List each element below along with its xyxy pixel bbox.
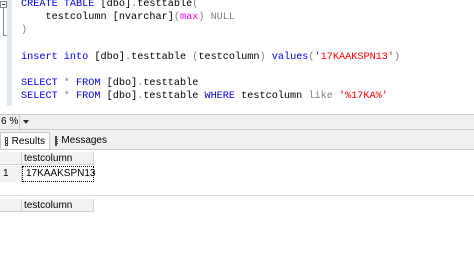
code-token: testtable xyxy=(137,0,193,10)
code-line[interactable]: ) xyxy=(21,24,400,37)
code-token: testtable xyxy=(131,51,193,63)
code-line[interactable] xyxy=(21,64,400,77)
code-token: [nvarchar] xyxy=(112,12,174,24)
code-line[interactable]: SELECT * FROM [dbo].testtable xyxy=(21,77,400,90)
code-token: '%17KA%' xyxy=(338,91,388,103)
tab-results[interactable]: Results xyxy=(0,132,50,149)
grid-corner[interactable] xyxy=(0,152,22,165)
results-tabs: Results Messages xyxy=(0,130,474,150)
code-token: like xyxy=(308,91,339,103)
code-token: FROM xyxy=(76,91,107,103)
code-token: WHERE xyxy=(204,91,242,103)
code-token: * xyxy=(63,78,77,90)
code-line[interactable]: SELECT * FROM [dbo].testtable WHERE test… xyxy=(21,90,400,103)
sql-code[interactable]: CREATE TABLE [dbo].testtable( testcolumn… xyxy=(21,0,400,104)
code-token: [dbo] xyxy=(94,51,125,63)
row-number[interactable]: 1 xyxy=(0,166,22,182)
collapse-toggle-icon[interactable] xyxy=(0,1,7,8)
fold-line xyxy=(3,8,4,36)
code-token: testcolumn xyxy=(21,12,113,24)
code-token: testcolumn xyxy=(198,51,260,63)
query-editor[interactable]: CREATE TABLE [dbo].testtable( testcolumn… xyxy=(0,0,474,114)
tab-results-label: Results xyxy=(11,135,45,147)
column-header[interactable]: testcolumn xyxy=(22,199,94,212)
editor-gutter xyxy=(7,0,12,106)
code-token: ) xyxy=(21,25,28,37)
code-token: testtable xyxy=(143,91,205,103)
result-cell[interactable]: 17KAAKSPN13 xyxy=(22,166,96,182)
grid-corner[interactable] xyxy=(0,199,22,212)
code-token: max xyxy=(179,12,199,24)
code-token: FROM xyxy=(76,78,107,90)
column-header[interactable]: testcolumn xyxy=(22,152,94,165)
zoom-dropdown-icon[interactable] xyxy=(19,115,32,129)
fold-end xyxy=(3,35,7,36)
code-line[interactable] xyxy=(21,38,400,51)
grid-icon xyxy=(5,136,8,146)
grid-separator xyxy=(0,195,474,196)
code-token: SELECT xyxy=(21,78,64,90)
code-token: values xyxy=(271,51,309,63)
tab-messages-label: Messages xyxy=(61,135,107,146)
code-line[interactable]: testcolumn [nvarchar](max) NULL xyxy=(21,11,400,24)
code-token: ( xyxy=(192,0,199,10)
code-token: ) xyxy=(394,51,401,63)
code-token: NULL xyxy=(210,12,236,24)
messages-icon xyxy=(55,135,58,146)
code-token: * xyxy=(63,91,77,103)
zoom-strip: 6 % xyxy=(0,114,474,130)
code-line[interactable]: CREATE TABLE [dbo].testtable( xyxy=(21,0,400,11)
code-token: [dbo] xyxy=(100,0,132,10)
tab-messages[interactable]: Messages xyxy=(51,132,111,149)
code-token: insert into xyxy=(21,51,95,63)
code-token: CREATE TABLE xyxy=(21,0,101,10)
code-token: testcolumn xyxy=(241,91,309,103)
code-token: testtable xyxy=(143,78,199,90)
code-token: '17KAAKSPN13' xyxy=(314,51,395,63)
code-line[interactable]: insert into [dbo].testtable (testcolumn)… xyxy=(21,51,400,64)
code-token: SELECT xyxy=(21,91,64,103)
code-token: [dbo] xyxy=(106,91,138,103)
code-token: [dbo] xyxy=(106,78,138,90)
zoom-level[interactable]: 6 % xyxy=(0,115,19,129)
